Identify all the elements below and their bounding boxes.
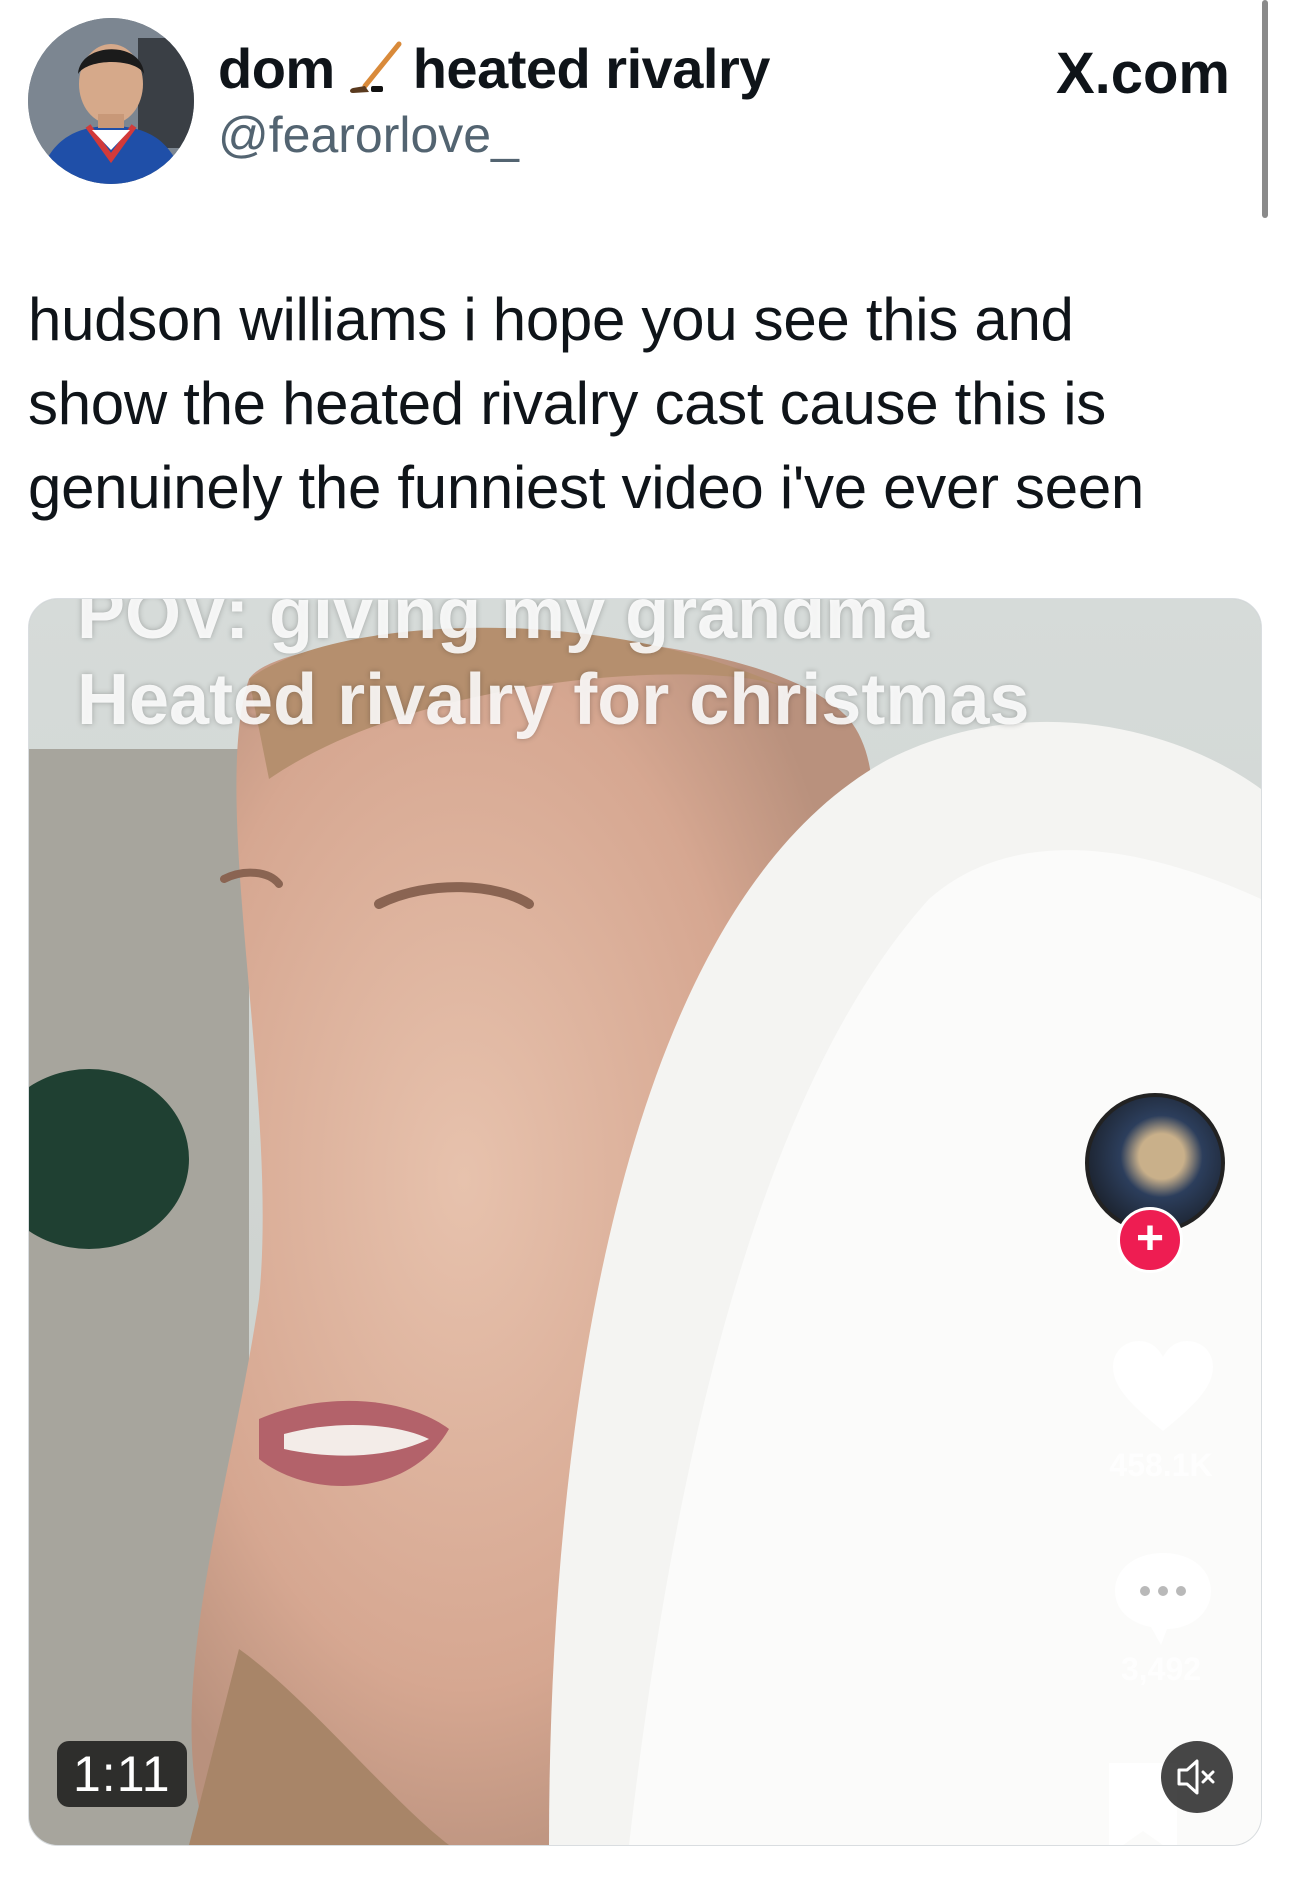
- tweet-text: hudson williams i hope you see this and …: [28, 286, 1144, 521]
- comment-count: 3,492: [1120, 1651, 1202, 1687]
- profile-avatar[interactable]: [28, 18, 194, 184]
- display-name-first: dom: [218, 36, 335, 100]
- video-caption-line2: Heated rivalry for christmas: [77, 660, 1030, 740]
- hockey-stick-icon: [343, 40, 405, 96]
- video-player[interactable]: POV: giving my grandma Heated rivalry fo…: [28, 598, 1262, 1846]
- like-count: 458.1K: [1109, 1447, 1213, 1483]
- video-caption-line1: POV: giving my grandma: [77, 598, 930, 654]
- site-label: X.com: [1056, 40, 1230, 107]
- display-name[interactable]: dom heated rivalry: [218, 36, 771, 100]
- display-name-second: heated rivalry: [412, 36, 771, 100]
- user-handle[interactable]: @fearorlove_: [218, 106, 519, 164]
- mute-button[interactable]: [1161, 1741, 1233, 1813]
- video-frame: [29, 599, 1261, 1845]
- site-label-text: X.com: [1055, 41, 1230, 106]
- follow-button[interactable]: +: [1117, 1207, 1183, 1273]
- mute-icon: [1177, 1759, 1215, 1795]
- scrollbar[interactable]: [1262, 0, 1268, 218]
- video-duration: 1:11: [57, 1741, 187, 1807]
- heart-icon[interactable]: [1111, 1339, 1215, 1435]
- comment-icon[interactable]: [1111, 1549, 1215, 1647]
